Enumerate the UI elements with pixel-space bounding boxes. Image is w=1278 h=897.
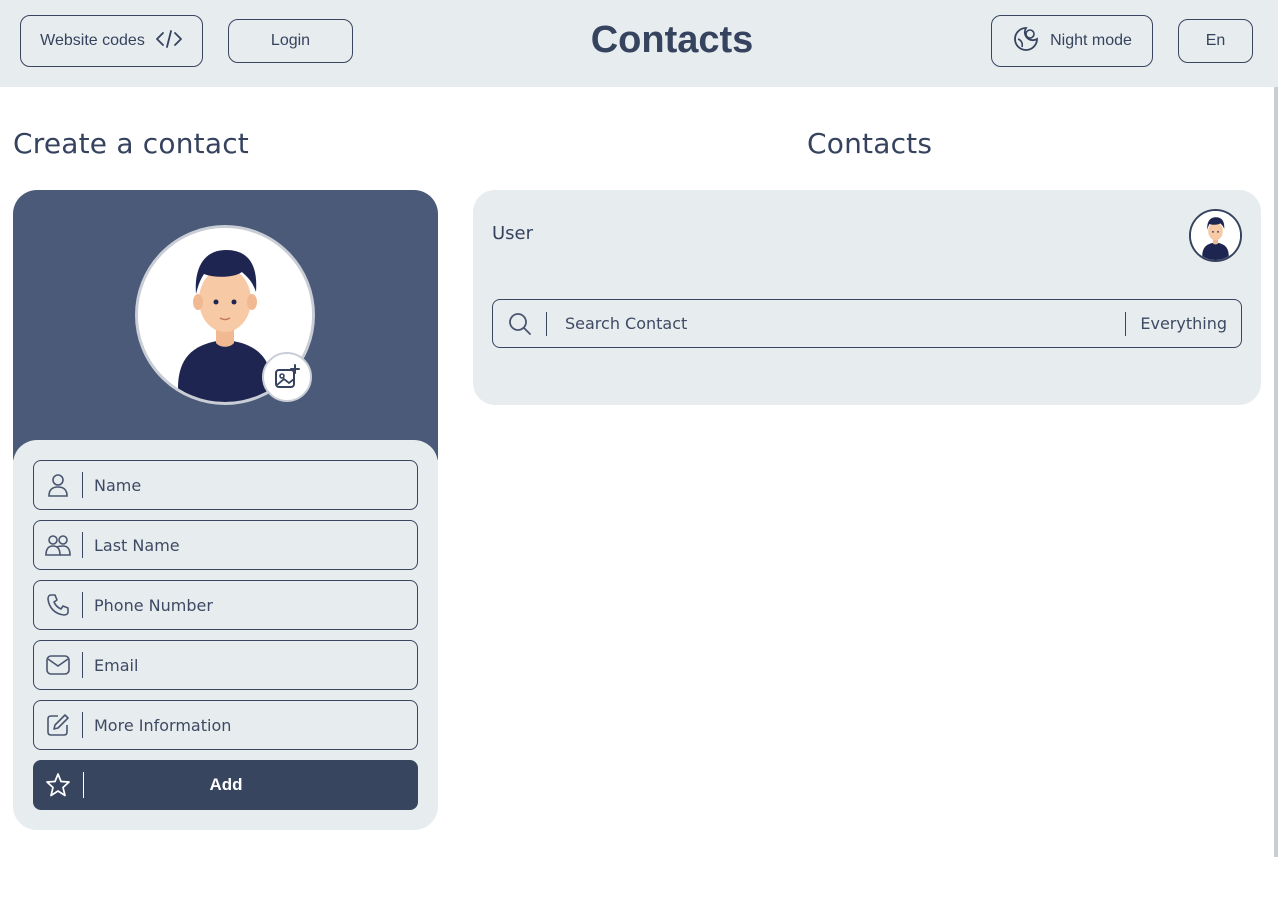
- mail-icon: [34, 641, 82, 689]
- email-field-label: Email: [94, 655, 139, 675]
- person-avatar-icon: [1191, 211, 1240, 260]
- night-mode-button[interactable]: Night mode: [991, 15, 1153, 67]
- search-bar: Everything: [492, 299, 1242, 348]
- email-field[interactable]: Email: [33, 640, 418, 690]
- edit-icon: [34, 701, 82, 749]
- search-icon[interactable]: [493, 300, 546, 347]
- language-label: En: [1205, 32, 1226, 49]
- phone-icon: [34, 581, 82, 629]
- website-codes-button[interactable]: Website codes: [20, 15, 203, 67]
- website-codes-label: Website codes: [40, 32, 145, 49]
- user-label: User: [492, 223, 534, 244]
- moon-icon: [1012, 25, 1040, 58]
- create-contact-card: Name Last Name Phone Number Email More I…: [13, 190, 438, 830]
- add-label: Add: [209, 775, 243, 794]
- add-image-icon: [275, 364, 300, 388]
- add-contact-button[interactable]: Add: [33, 760, 418, 810]
- night-mode-label: Night mode: [1050, 32, 1132, 49]
- contacts-card: User Everything: [473, 190, 1261, 405]
- page-title: Contacts: [590, 19, 754, 61]
- login-button[interactable]: Login: [228, 19, 353, 63]
- add-photo-button[interactable]: [262, 352, 312, 402]
- phone-number-field-label: Phone Number: [94, 595, 213, 615]
- name-field-label: Name: [94, 475, 142, 495]
- name-field[interactable]: Name: [33, 460, 418, 510]
- star-icon: [33, 760, 83, 810]
- phone-number-field[interactable]: Phone Number: [33, 580, 418, 630]
- more-information-field[interactable]: More Information: [33, 700, 418, 750]
- page-scrollbar[interactable]: [1274, 87, 1278, 857]
- search-input[interactable]: [547, 300, 1126, 347]
- app-header: Website codes Login Contacts Night mode …: [0, 0, 1278, 87]
- users-icon: [34, 521, 82, 569]
- login-label: Login: [270, 32, 311, 49]
- user-icon: [34, 461, 82, 509]
- last-name-field[interactable]: Last Name: [33, 520, 418, 570]
- contacts-heading: Contacts: [807, 127, 933, 160]
- search-filter-select[interactable]: Everything: [1126, 314, 1241, 333]
- user-avatar[interactable]: [1189, 209, 1242, 262]
- more-information-field-label: More Information: [94, 715, 232, 735]
- avatar-panel: [13, 190, 438, 460]
- language-button[interactable]: En: [1178, 19, 1253, 63]
- create-contact-heading: Create a contact: [13, 127, 249, 160]
- last-name-field-label: Last Name: [94, 535, 180, 555]
- create-contact-form: Name Last Name Phone Number Email More I…: [13, 440, 438, 830]
- code-icon: [155, 28, 183, 55]
